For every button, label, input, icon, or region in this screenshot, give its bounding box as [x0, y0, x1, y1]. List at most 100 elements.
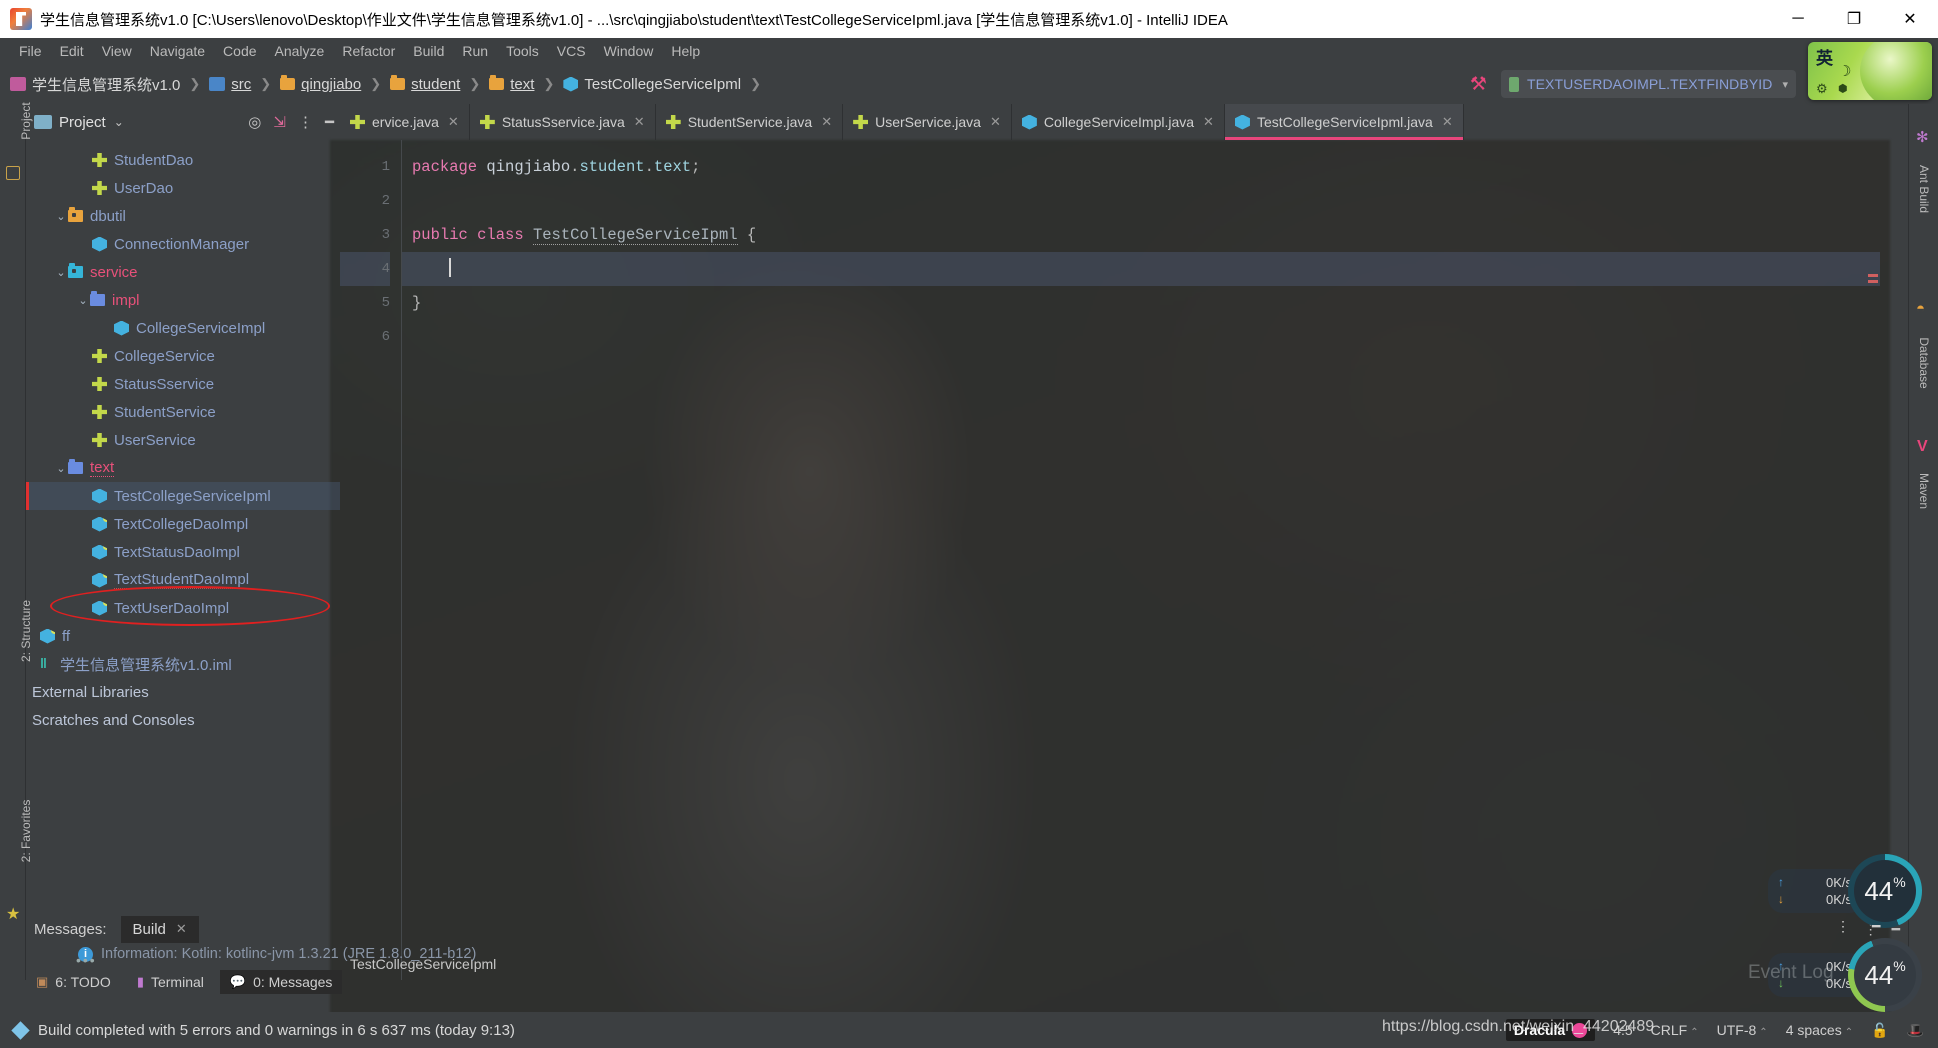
breadcrumb-text[interactable]: text [489, 75, 534, 93]
gear-icon[interactable]: ⚙ [1816, 81, 1828, 97]
favorites-star-icon[interactable]: ★ [6, 904, 20, 924]
menu-help[interactable]: Help [662, 40, 709, 62]
breadcrumb-module[interactable]: 学生信息管理系统v1.0 [10, 74, 180, 95]
hide-icon[interactable]: ━ [325, 113, 334, 131]
strip-label-maven[interactable]: Maven [1917, 448, 1931, 534]
messages-expander[interactable]: ••• [76, 952, 97, 968]
menu-build[interactable]: Build [404, 40, 453, 62]
close-icon[interactable]: ✕ [634, 114, 645, 130]
database-icon[interactable]: ◓ [1916, 300, 1925, 317]
unlock-icon[interactable]: 🔓 [1871, 1022, 1888, 1039]
editor-tab-statussservice[interactable]: StatusSservice.java ✕ [470, 104, 656, 140]
error-stripe-mark[interactable] [1868, 274, 1878, 277]
line-separator[interactable]: CRLF ⌃ [1651, 1022, 1699, 1038]
breadcrumb-src[interactable]: src [209, 76, 251, 93]
menu-navigate[interactable]: Navigate [141, 40, 214, 62]
tree-item-collegeservice[interactable]: CollegeService [26, 342, 340, 370]
code-editor[interactable]: 1 2 3 4 5 6 package qingjiabo.student.te… [340, 140, 1880, 980]
tree-item-textstatusdaoimpl[interactable]: TextStatusDaoImpl [26, 538, 340, 566]
options-icon[interactable]: ⋮ [1836, 918, 1850, 935]
tree-item-userservice[interactable]: UserService [26, 426, 340, 454]
tree-item-iml[interactable]: ‖ 学生信息管理系统v1.0.iml [26, 650, 340, 678]
menu-tools[interactable]: Tools [497, 40, 548, 62]
chevron-down-icon[interactable]: ⌄ [54, 462, 68, 475]
close-button[interactable]: ✕ [1882, 0, 1938, 38]
tree-item-studentdao[interactable]: StudentDao [26, 146, 340, 174]
project-icon[interactable] [6, 166, 20, 180]
close-icon[interactable]: ✕ [448, 114, 459, 130]
tree-item-textstudentdaoimpl[interactable]: TextStudentDaoImpl [26, 566, 340, 594]
editor-tab-userservice[interactable]: UserService.java ✕ [843, 104, 1012, 140]
menu-run[interactable]: Run [453, 40, 497, 62]
editor-tab-service[interactable]: ervice.java ✕ [340, 104, 470, 140]
menu-view[interactable]: View [93, 40, 141, 62]
chevron-down-icon[interactable]: ⌄ [76, 294, 90, 307]
tree-item-dbutil[interactable]: ⌄ dbutil [26, 202, 340, 230]
breadcrumb-qingjiabo[interactable]: qingjiabo [280, 75, 361, 93]
tree-item-textuserdaoimpl[interactable]: TextUserDaoImpl [26, 594, 340, 622]
event-log-label[interactable]: Event Log [1748, 962, 1834, 984]
menu-window[interactable]: Window [595, 40, 663, 62]
tree-item-connectionmanager[interactable]: ConnectionManager [26, 230, 340, 258]
breadcrumb-student[interactable]: student [390, 75, 460, 93]
run-configuration-selector[interactable]: TEXTUSERDAOIMPL.TEXTFINDBYID ▾ [1500, 70, 1796, 98]
target-icon[interactable]: ◎ [248, 113, 261, 131]
editor-tab-collegeserviceimpl[interactable]: CollegeServiceImpl.java ✕ [1012, 104, 1225, 140]
hammer-icon[interactable]: ⚒ [1470, 73, 1487, 96]
bottom-tab-terminal[interactable]: ▮ Terminal [127, 970, 214, 994]
hector-icon[interactable]: 🎩 [1907, 1022, 1924, 1039]
chevron-down-icon[interactable]: ⌄ [54, 210, 68, 223]
file-encoding[interactable]: UTF-8 ⌃ [1717, 1022, 1768, 1038]
indent-setting[interactable]: 4 spaces ⌃ [1786, 1022, 1853, 1038]
close-icon[interactable]: ✕ [1203, 114, 1214, 130]
messages-entry-row[interactable]: i Information: Kotlin: kotlinc-jvm 1.3.2… [26, 946, 1908, 962]
maximize-button[interactable]: ❐ [1826, 0, 1882, 38]
options-icon[interactable]: ⋮ [298, 113, 313, 131]
menu-vcs[interactable]: VCS [548, 40, 595, 62]
cpu-usage-gauge-2[interactable]: 44 % [1848, 938, 1922, 1012]
tree-item-testcollegeserviceipml[interactable]: TestCollegeServiceIpml [26, 482, 340, 510]
hide-icon[interactable]: ━ [1872, 918, 1880, 935]
menu-analyze[interactable]: Analyze [266, 40, 334, 62]
editor-tab-testcollegeserviceipml[interactable]: TestCollegeServiceIpml.java ✕ [1224, 104, 1464, 140]
strip-label-ant-build[interactable]: Ant Build [1917, 146, 1931, 232]
breadcrumb-class[interactable]: TestCollegeServiceIpml [563, 76, 741, 93]
tree-item-scratches-and-consoles[interactable]: Scratches and Consoles [26, 706, 340, 734]
tree-item-external-libraries[interactable]: External Libraries [26, 678, 340, 706]
intellij-window: 学生信息管理系统v1.0 [C:\Users\lenovo\Desktop\作业… [0, 0, 1938, 1048]
chevron-down-icon[interactable]: ⌄ [54, 266, 68, 279]
messages-tab-build[interactable]: Build ✕ [120, 915, 199, 943]
close-icon[interactable]: ✕ [176, 921, 187, 937]
network-speed-widget-1[interactable]: ↑ 0K/s ↓ 0K/s 44 % [1768, 854, 1922, 928]
tree-item-collegeserviceimpl[interactable]: CollegeServiceImpl [26, 314, 340, 342]
menu-edit[interactable]: Edit [51, 40, 93, 62]
minimize-button[interactable]: ─ [1770, 0, 1826, 38]
chevron-down-icon[interactable]: ▾ [1772, 78, 1788, 91]
cpu-usage-gauge-1[interactable]: 44 % [1848, 854, 1922, 928]
strip-label-database[interactable]: Database [1917, 320, 1931, 406]
bottom-tab-messages[interactable]: 💬 0: Messages [219, 970, 343, 994]
bottom-tab-todo[interactable]: ▣ 6: TODO [26, 970, 121, 994]
editor-tab-studentservice[interactable]: StudentService.java ✕ [656, 104, 844, 140]
menu-code[interactable]: Code [214, 40, 265, 62]
ant-icon[interactable]: ✻ [1916, 128, 1929, 146]
code-text-area[interactable]: package qingjiabo.student.text; public c… [402, 140, 1880, 980]
menu-file[interactable]: File [10, 40, 51, 62]
tree-item-statussservice[interactable]: StatusSservice [26, 370, 340, 398]
collapse-all-icon[interactable]: ⇲ [273, 113, 286, 131]
tree-item-textcollegedaoimpl[interactable]: TextCollegeDaoImpl [26, 510, 340, 538]
error-stripe-mark[interactable] [1868, 280, 1878, 283]
close-icon[interactable]: ✕ [1442, 114, 1453, 130]
tree-item-impl[interactable]: ⌄ impl [26, 286, 340, 314]
close-icon[interactable]: ✕ [821, 114, 832, 130]
tree-item-text[interactable]: ⌄ text [26, 454, 340, 482]
menu-refactor[interactable]: Refactor [333, 40, 404, 62]
tree-item-userdao[interactable]: UserDao [26, 174, 340, 202]
tree-item-studentservice[interactable]: StudentService [26, 398, 340, 426]
close-icon[interactable]: ✕ [990, 114, 1001, 130]
chevron-down-icon[interactable]: ⌄ [114, 115, 124, 129]
tree-item-service[interactable]: ⌄ service [26, 258, 340, 286]
ime-extra-icon[interactable]: ⬢ [1838, 82, 1848, 95]
tree-item-ff[interactable]: ff [26, 622, 340, 650]
ime-status-badge[interactable]: 英 ☽ ⚙ ⬢ [1808, 42, 1932, 100]
